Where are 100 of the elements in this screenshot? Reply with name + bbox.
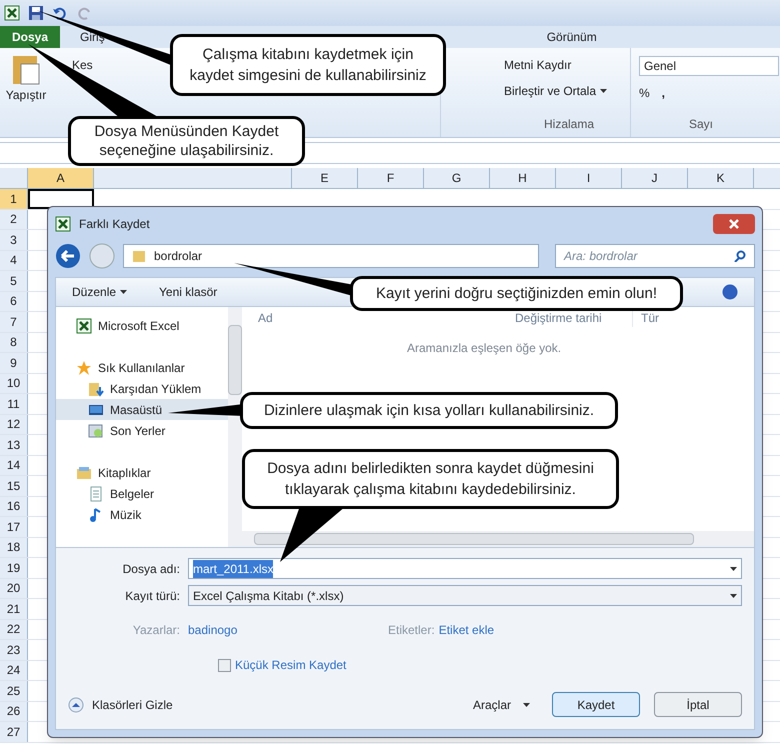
row-header[interactable]: 19 [0,558,28,578]
row-header[interactable]: 14 [0,456,28,475]
row-header[interactable]: 16 [0,496,28,516]
tags-link[interactable]: Etiket ekle [438,621,494,639]
close-button[interactable] [713,214,755,234]
save-icon[interactable] [28,5,44,21]
column-header[interactable]: H [490,168,556,188]
dialog-title: Farklı Kaydet [79,216,150,233]
recent-places-icon [88,423,104,440]
wrap-text-button[interactable]: Metni Kaydır [504,56,630,74]
cut-button[interactable]: Kes [72,56,93,74]
new-folder-button[interactable]: Yeni klasör [159,283,218,301]
nav-item[interactable]: Müzik [56,504,228,526]
row-header[interactable]: 20 [0,578,28,598]
nav-item[interactable]: Kitaplıklar [56,462,228,484]
close-icon [729,219,739,229]
callout: Dosya Menüsünden Kaydet seçeneğine ulaşabilirsiniz. [68,116,305,166]
search-field[interactable]: Ara: bordrolar [555,244,755,268]
star-icon [76,360,92,376]
row-header[interactable]: 11 [0,394,28,414]
row-header[interactable]: 27 [0,722,28,742]
spreadsheet-icon [55,216,71,232]
paste-button[interactable]: Yapıştır [4,52,48,133]
field-label: Yazarlar: [132,622,181,639]
organize-menu[interactable]: Düzenle [72,283,128,301]
row-header[interactable]: 25 [0,681,28,700]
checkbox[interactable] [218,658,231,672]
row-header[interactable]: 10 [0,374,28,393]
dropdown-arrow-icon [730,594,737,598]
field-label: Dosya adı: [122,560,181,578]
ribbon-tab[interactable]: Görünüm [534,26,609,48]
dropdown-arrow-icon [600,89,608,93]
row-header[interactable]: 6 [0,292,28,311]
row-header[interactable]: 3 [0,230,28,250]
row-header[interactable]: 8 [0,332,28,352]
row-header[interactable]: 4 [0,250,28,270]
address-bar[interactable]: bordrolar [123,244,539,268]
callout: Dosya adını belirledikten sonra kaydet düğmesini tıklayarak çalışma kitabını kaydedebilirsiniz. [242,449,619,509]
save-button[interactable]: Kaydet [552,692,640,717]
row-header[interactable]: 2 [0,210,28,229]
group-label: Sayı [689,116,714,133]
folder-icon [88,380,104,397]
authors-link[interactable]: badinogo [188,621,388,639]
column-header[interactable]: G [424,168,490,188]
column-header[interactable]: E [292,168,358,188]
cancel-button[interactable]: İptal [654,692,742,717]
ribbon-tab[interactable]: Dosya [0,26,60,48]
row-header[interactable]: 24 [0,660,28,680]
column-header[interactable]: Değiştirme tarihi [507,309,632,327]
column-header[interactable]: J [622,168,688,188]
file-type-dropdown[interactable]: Excel Çalışma Kitabı (*.xlsx) [188,585,742,606]
row-header[interactable]: 17 [0,517,28,536]
nav-item[interactable]: Son Yerler [56,420,228,442]
column-header[interactable]: K [688,168,754,188]
nav-item[interactable]: Karşıdan Yüklem [56,378,228,400]
row-header[interactable]: 26 [0,702,28,721]
horizontal-scrollbar[interactable] [242,531,754,547]
library-icon [76,465,92,482]
row-header[interactable]: 1 [0,189,28,208]
merge-center-button[interactable]: Birleştir ve Ortala [504,82,630,100]
tools-menu[interactable]: Araçlar [472,696,530,714]
hide-folders-button[interactable]: Klasörleri Gizle [68,696,173,714]
row-header[interactable]: 13 [0,435,28,454]
row-header[interactable]: 9 [0,353,28,372]
callout: Dizinlere ulaşmak için kısa yolları kullanabilirsiniz. [240,392,618,429]
percent-button[interactable]: % [639,84,650,102]
row-header[interactable]: 12 [0,414,28,434]
group-label: Hizalama [544,116,596,133]
row-header[interactable]: 21 [0,599,28,618]
field-label: Kayıt türü: [124,588,181,604]
spreadsheet-icon [76,318,92,334]
file-name-field[interactable]: mart_2011.xlsx [188,558,742,579]
row-header[interactable]: 15 [0,476,28,496]
number-format-dropdown[interactable]: Genel [639,56,779,76]
row-header[interactable]: 22 [0,620,28,639]
row-header[interactable]: 23 [0,640,28,660]
row-header[interactable]: 5 [0,271,28,290]
column-header[interactable]: F [358,168,424,188]
column-header[interactable]: I [556,168,622,188]
nav-item[interactable]: Sık Kullanılanlar [56,357,228,378]
nav-item[interactable]: Belgeler [56,484,228,505]
nav-item[interactable]: Masaüstü [56,399,228,420]
dropdown-arrow-icon [523,702,530,706]
row-header[interactable]: 7 [0,312,28,332]
back-button-icon[interactable] [55,243,81,269]
row-header[interactable]: 18 [0,538,28,557]
document-icon [88,486,104,502]
empty-message: Aramanızla eşleşen öğe yok. [407,340,562,357]
nav-item[interactable]: Microsoft Excel [56,315,228,336]
thumbnail-checkbox[interactable]: Küçük Resim Kaydet [218,656,742,674]
folder-icon [132,249,146,263]
column-header[interactable]: A [28,168,94,188]
comma-button[interactable]: , [662,84,666,102]
collapse-icon [68,696,84,712]
dropdown-arrow-icon [120,290,128,294]
scrollbar[interactable] [228,307,242,547]
column-header[interactable]: Ad [242,309,507,327]
undo-icon[interactable] [52,5,68,21]
callout: Kayıt yerini doğru seçtiğinizden emin olun! [350,276,683,311]
callout: Çalışma kitabını kaydetmek için kaydet simgesini de kullanabilirsiniz [170,34,446,96]
